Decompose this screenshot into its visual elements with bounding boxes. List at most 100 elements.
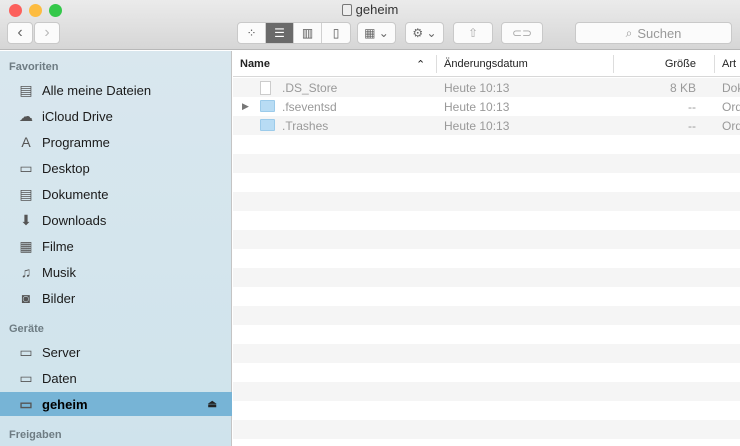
icon-view-button[interactable]: ⁘ — [238, 23, 266, 43]
file-list: .DS_Store Heute 10:13 8 KB Dok ▶ .fseventsd He… — [233, 78, 740, 439]
movies-icon: ▦ — [17, 238, 35, 255]
empty-row — [233, 344, 740, 363]
sidebar-item-label: iCloud Drive — [42, 109, 113, 124]
sidebar-item-label: Musik — [42, 265, 76, 280]
list-view-button[interactable]: ☰ — [266, 23, 294, 43]
sidebar-item-label: Daten — [42, 371, 77, 386]
sidebar-item[interactable]: A Programme — [0, 130, 232, 154]
file-kind: Ord — [722, 119, 740, 133]
sidebar-item[interactable]: ☁ iCloud Drive — [0, 104, 232, 128]
documents-icon: ▤ — [17, 186, 35, 203]
sort-ascending-icon: ⌃ — [416, 58, 425, 71]
file-date: Heute 10:13 — [444, 119, 509, 133]
folder-icon — [260, 119, 275, 134]
empty-row — [233, 306, 740, 325]
desktop-icon: ▭ — [17, 160, 35, 177]
file-date: Heute 10:13 — [444, 81, 509, 95]
action-gear-button[interactable]: ⚙ ⌄ — [405, 22, 444, 44]
empty-row — [233, 192, 740, 211]
sidebar-item-label: Alle meine Dateien — [42, 83, 151, 98]
empty-row — [233, 382, 740, 401]
sidebar-device-item[interactable]: ▭ Daten — [0, 366, 232, 390]
empty-row — [233, 420, 740, 439]
drive-icon: ▭ — [17, 370, 35, 387]
column-view-button[interactable]: ▥ — [294, 23, 322, 43]
empty-row — [233, 135, 740, 154]
search-icon: ⌕ — [626, 26, 633, 41]
sidebar-item-label: Filme — [42, 239, 74, 254]
file-row[interactable]: .DS_Store Heute 10:13 8 KB Dok — [233, 78, 740, 97]
file-name: .Trashes — [282, 119, 328, 133]
downloads-icon: ⬇ — [17, 212, 35, 229]
folder-icon — [260, 100, 275, 115]
drive-icon — [342, 4, 352, 16]
file-kind: Ord — [722, 100, 740, 114]
sidebar-item[interactable]: ▭ Desktop — [0, 156, 232, 180]
file-size: -- — [688, 119, 696, 133]
sidebar-item-label: Desktop — [42, 161, 90, 176]
shared-heading: Freigaben — [9, 429, 62, 441]
file-row[interactable]: ▶ .fseventsd Heute 10:13 -- Ord — [233, 97, 740, 116]
share-button[interactable]: ⇧ — [453, 22, 493, 44]
file-row[interactable]: .Trashes Heute 10:13 -- Ord — [233, 116, 740, 135]
empty-row — [233, 230, 740, 249]
music-icon: ♫ — [17, 264, 35, 280]
file-size: -- — [688, 100, 696, 114]
column-kind[interactable]: Art — [722, 58, 736, 70]
sidebar-device-item[interactable]: ▭ Server — [0, 340, 232, 364]
drive-icon: ▭ — [17, 396, 35, 413]
favorites-heading: Favoriten — [9, 61, 59, 73]
column-name[interactable]: Name — [240, 58, 270, 70]
view-mode-switcher[interactable]: ⁘ ☰ ▥ ▯ — [237, 22, 351, 44]
sidebar-item[interactable]: ▦ Filme — [0, 234, 232, 258]
forward-button[interactable]: › — [34, 22, 60, 44]
tag-button[interactable]: ⊂⊃ — [501, 22, 543, 44]
sidebar-item[interactable]: ▤ Dokumente — [0, 182, 232, 206]
empty-row — [233, 287, 740, 306]
sidebar-item-label: Programme — [42, 135, 110, 150]
window-title-text: geheim — [356, 2, 399, 17]
disclosure-triangle-icon[interactable]: ▶ — [242, 101, 249, 112]
file-icon — [260, 81, 271, 98]
column-header: Name ⌃ Änderungsdatum Größe Art — [233, 51, 740, 77]
empty-row — [233, 154, 740, 173]
search-placeholder: Suchen — [637, 26, 681, 41]
sidebar: Favoriten ▤ Alle meine Dateien ☁ iCloud Dri… — [0, 51, 232, 446]
sidebar-item-label: Server — [42, 345, 80, 360]
back-button[interactable]: ‹ — [7, 22, 33, 44]
sidebar-item[interactable]: ▤ Alle meine Dateien — [0, 78, 232, 102]
sidebar-item-label: Downloads — [42, 213, 106, 228]
cloud-icon: ☁ — [17, 108, 35, 125]
all-files-icon: ▤ — [17, 82, 35, 99]
devices-heading: Geräte — [9, 323, 44, 335]
empty-row — [233, 211, 740, 230]
file-kind: Dok — [722, 81, 740, 95]
drive-icon: ▭ — [17, 344, 35, 361]
column-size[interactable]: Größe — [665, 58, 696, 70]
empty-row — [233, 249, 740, 268]
window-title: geheim — [0, 2, 740, 17]
sidebar-device-item[interactable]: ▭ geheim ⏏ — [0, 392, 232, 416]
empty-row — [233, 268, 740, 287]
empty-row — [233, 173, 740, 192]
sidebar-item[interactable]: ⬇ Downloads — [0, 208, 232, 232]
file-name: .DS_Store — [282, 81, 337, 95]
title-bar: geheim ‹ › ⁘ ☰ ▥ ▯ ▦ ⌄ ⚙ ⌄ ⇧ ⊂⊃ ⌕ Suchen — [0, 0, 740, 50]
empty-row — [233, 401, 740, 420]
sidebar-item[interactable]: ♫ Musik — [0, 260, 232, 284]
file-date: Heute 10:13 — [444, 100, 509, 114]
empty-row — [233, 363, 740, 382]
column-date[interactable]: Änderungsdatum — [444, 58, 528, 70]
coverflow-view-button[interactable]: ▯ — [322, 23, 350, 43]
empty-row — [233, 325, 740, 344]
sidebar-item-label: geheim — [42, 397, 88, 412]
sidebar-item-label: Bilder — [42, 291, 75, 306]
sidebar-item-label: Dokumente — [42, 187, 108, 202]
applications-icon: A — [17, 134, 35, 150]
sidebar-item[interactable]: ◙Bilder — [0, 286, 232, 310]
arrange-button[interactable]: ▦ ⌄ — [357, 22, 396, 44]
file-name: .fseventsd — [282, 100, 337, 114]
eject-icon[interactable]: ⏏ — [208, 399, 217, 410]
file-size: 8 KB — [670, 81, 696, 95]
search-field[interactable]: ⌕ Suchen — [575, 22, 732, 44]
